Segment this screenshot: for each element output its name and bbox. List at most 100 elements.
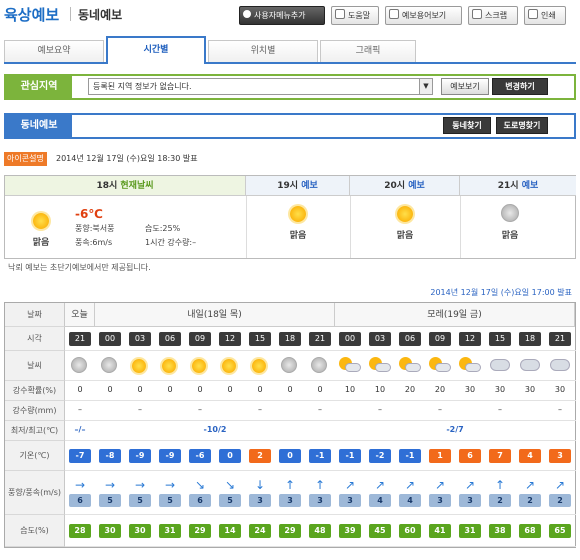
rain-amount-cell: – bbox=[498, 405, 502, 414]
partly-cloudy-icon bbox=[426, 355, 454, 377]
change-button[interactable]: 변경하기 bbox=[492, 78, 548, 95]
precip-prob-cell: 0 bbox=[107, 385, 113, 394]
lightning-note: 낙뢰 예보는 초단기예보에서만 제공됩니다. bbox=[8, 263, 151, 272]
current-weather-text: 맑음 bbox=[32, 238, 50, 248]
hour-badge: 12 bbox=[459, 332, 481, 346]
wind-speed-badge: 3 bbox=[429, 494, 451, 507]
haze-icon bbox=[96, 355, 124, 377]
wind-arrow-icon: → bbox=[164, 478, 176, 492]
wind-arrow-icon: ↗ bbox=[524, 478, 536, 492]
slot-label: 예보 bbox=[521, 181, 539, 191]
tab-graphic[interactable]: 그래픽 bbox=[320, 40, 416, 62]
help-button[interactable]: 도움말 bbox=[331, 6, 379, 25]
minmax-cell: -10/2 bbox=[203, 425, 227, 434]
icon-legend-button[interactable]: 아이콘설명 bbox=[4, 152, 47, 166]
interest-select-value: 등록된 지역 정보가 없습니다. bbox=[93, 82, 192, 91]
temp-badge: 2 bbox=[249, 449, 271, 463]
page-header: 육상예보 동네예보 사용자메뉴추가 도움말 예보용어보기 스크랩 인쇄 bbox=[0, 0, 580, 32]
row-header-weather: 날씨 bbox=[5, 351, 65, 381]
sunny-icon bbox=[126, 355, 154, 377]
partly-cloudy-icon bbox=[366, 355, 394, 377]
row-header-temp: 기온(℃) bbox=[5, 441, 65, 471]
wind-arrow-icon: ↑ bbox=[494, 478, 506, 492]
view-forecast-button[interactable]: 예보보기 bbox=[441, 78, 489, 95]
wind-arrow-icon: → bbox=[104, 478, 116, 492]
precip-prob-cell: 10 bbox=[344, 385, 356, 394]
scrap-icon bbox=[472, 9, 482, 19]
scrap-button[interactable]: 스크랩 bbox=[468, 6, 518, 25]
humidity-badge: 28 bbox=[69, 524, 91, 538]
date-header: 오늘 bbox=[65, 303, 95, 327]
wind-speed-badge: 5 bbox=[219, 494, 241, 507]
humidity-badge: 31 bbox=[159, 524, 181, 538]
humidity-badge: 45 bbox=[369, 524, 391, 538]
row-header-minmax: 최저/최고(℃) bbox=[5, 421, 65, 441]
rain-amount-cell: – bbox=[78, 405, 82, 414]
precip-prob-cell: 30 bbox=[554, 385, 566, 394]
slot-weather-text: 맑음 bbox=[501, 231, 519, 241]
minmax-cell: –/– bbox=[74, 425, 86, 434]
find-town-button[interactable]: 동네찾기 bbox=[443, 117, 491, 134]
slot-weather-text: 맑음 bbox=[396, 231, 414, 241]
terms-button[interactable]: 예보용어보기 bbox=[385, 6, 462, 25]
wind-arrow-icon: ↗ bbox=[464, 478, 476, 492]
humidity-badge: 30 bbox=[99, 524, 121, 538]
interest-region-select[interactable]: 등록된 지역 정보가 없습니다. ▼ bbox=[88, 78, 433, 95]
rain-amount-cell: – bbox=[378, 405, 382, 414]
hour-badge: 06 bbox=[399, 332, 421, 346]
humidity-badge: 65 bbox=[549, 524, 571, 538]
scrap-label: 스크랩 bbox=[485, 11, 508, 20]
add-user-menu-button[interactable]: 사용자메뉴추가 bbox=[239, 6, 325, 25]
wind-arrow-icon: ↓ bbox=[254, 478, 266, 492]
humidity-badge: 24 bbox=[249, 524, 271, 538]
wind-speed: 풍속:6m/s bbox=[75, 238, 113, 247]
hour-badge: 12 bbox=[219, 332, 241, 346]
temp-badge: -2 bbox=[369, 449, 391, 463]
wind-arrow-icon: ↘ bbox=[194, 478, 206, 492]
current-weather-panel: 18시 현재날씨 19시 예보 20시 예보 21시 예보 맑음 -6℃ 풍향:… bbox=[4, 175, 576, 259]
interest-region-label: 관심지역 bbox=[6, 76, 72, 98]
wind-speed-badge: 4 bbox=[369, 494, 391, 507]
humidity-badge: 31 bbox=[459, 524, 481, 538]
hour-badge: 09 bbox=[429, 332, 451, 346]
hour-badge: 21 bbox=[69, 332, 91, 346]
sunny-icon bbox=[156, 355, 184, 377]
precip-prob-cell: 30 bbox=[464, 385, 476, 394]
print-button[interactable]: 인쇄 bbox=[524, 6, 566, 25]
current-head-label: 현재날씨 bbox=[120, 181, 154, 191]
precip-prob-cell: 0 bbox=[137, 385, 143, 394]
hour-badge: 15 bbox=[489, 332, 511, 346]
announce-time: 2014년 12월 17일 (수)요일 18:30 발표 bbox=[56, 154, 198, 163]
humidity-badge: 29 bbox=[189, 524, 211, 538]
wind-speed-badge: 4 bbox=[399, 494, 421, 507]
rain-amount-cell: – bbox=[138, 405, 142, 414]
precip-prob-cell: 30 bbox=[494, 385, 506, 394]
humidity-badge: 39 bbox=[339, 524, 361, 538]
temp-badge: 6 bbox=[459, 449, 481, 463]
wind-speed-badge: 3 bbox=[309, 494, 331, 507]
find-road-button[interactable]: 도로명찾기 bbox=[496, 117, 548, 134]
cloudy-icon bbox=[546, 355, 574, 377]
partly-cloudy-icon bbox=[396, 355, 424, 377]
rain-amount-cell: – bbox=[438, 405, 442, 414]
slot-header-21: 21시 예보 bbox=[460, 176, 576, 196]
rain-amount-cell: – bbox=[198, 405, 202, 414]
sunny-icon bbox=[33, 213, 49, 229]
wind-speed-badge: 3 bbox=[459, 494, 481, 507]
forecast-time: 2014년 12월 17일 (수)요일 17:00 발표 bbox=[430, 288, 572, 297]
local-forecast-label: 동네예보 bbox=[6, 115, 72, 137]
date-header: 내일(18일 목) bbox=[95, 303, 335, 327]
humidity-badge: 29 bbox=[279, 524, 301, 538]
temp-badge: -9 bbox=[129, 449, 151, 463]
slot-time: 20시 bbox=[384, 181, 406, 191]
tab-location[interactable]: 위치별 bbox=[208, 40, 318, 62]
hour-badge: 00 bbox=[339, 332, 361, 346]
current-temperature: -6℃ bbox=[75, 207, 103, 221]
sunny-icon bbox=[216, 355, 244, 377]
rain-amount-cell: – bbox=[258, 405, 262, 414]
tab-summary[interactable]: 예보요약 bbox=[4, 40, 104, 62]
chevron-down-icon[interactable]: ▼ bbox=[419, 79, 432, 94]
tab-hourly[interactable]: 시간별 bbox=[106, 36, 206, 64]
wind-speed-badge: 2 bbox=[549, 494, 571, 507]
wind-direction: 풍향:북서풍 bbox=[75, 224, 115, 233]
